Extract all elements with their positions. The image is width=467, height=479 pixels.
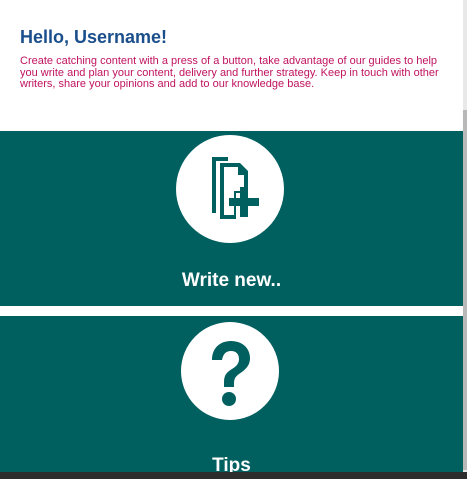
write-new-tile[interactable]: Write new.. [0,131,463,306]
write-new-icon-circle [176,135,284,243]
greeting-title: Hello, Username! [20,27,168,47]
tips-icon-circle [181,322,279,420]
tips-tile[interactable]: Tips [0,316,463,476]
intro-text: Create catching content with a press of … [20,55,439,90]
write-new-label: Write new.. [181,270,282,291]
new-document-icon [212,157,259,219]
scrollbar-thumb[interactable] [463,110,467,470]
welcome-header: Hello, Username! Create catching content… [0,0,463,131]
bottom-bar [0,472,467,479]
vertical-scrollbar[interactable] [463,0,467,479]
question-mark-icon [212,341,250,406]
